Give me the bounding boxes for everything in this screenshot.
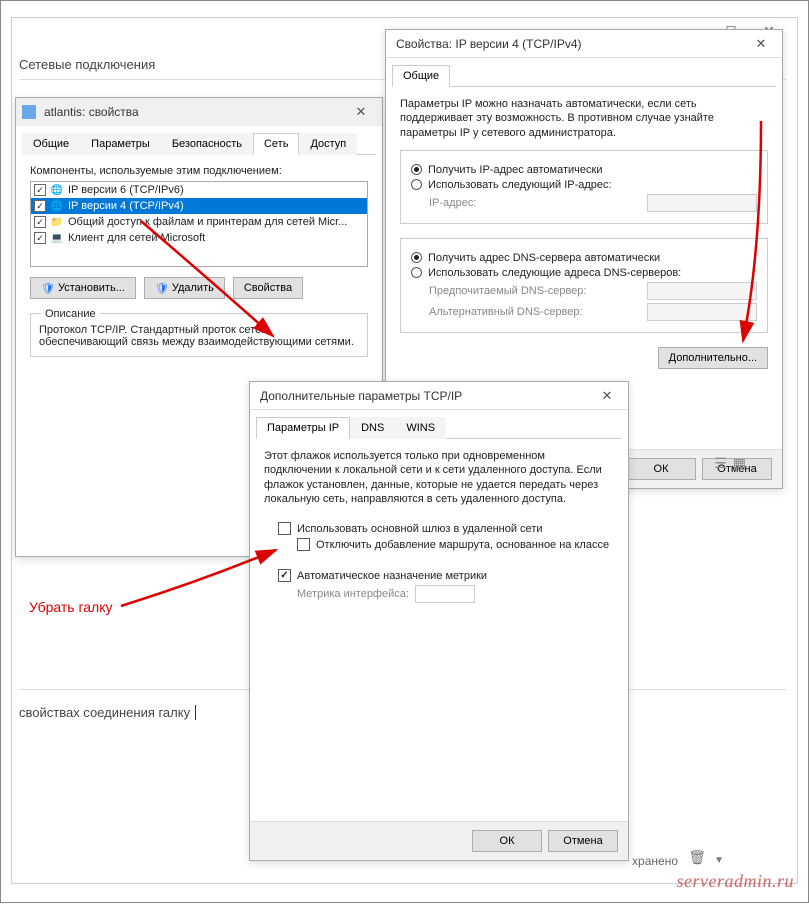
bg-bottom-status: хранено: [632, 854, 678, 868]
ipv4-tabs: Общие: [392, 64, 776, 87]
bg-bottom-text: свойствах соединения галку: [19, 705, 196, 720]
ip-label: IP-адрес:: [429, 197, 647, 209]
pref-dns-label: Предпочитаемый DNS-сервер:: [429, 285, 647, 297]
pref-dns-input: [647, 282, 757, 300]
adv-tabs: Параметры IP DNS WINS: [256, 416, 622, 439]
watermark: serveradmin.ru: [677, 871, 795, 892]
advanced-button[interactable]: Дополнительно...: [658, 347, 768, 369]
ipv4-content: Параметры IP можно назначать автоматичес…: [386, 87, 782, 379]
components-list[interactable]: ✓ 🌐 IP версии 6 (TCP/IPv6) ✓ 🌐 IP версии…: [30, 181, 368, 267]
ipv4-close-btn[interactable]: ✕: [746, 34, 776, 54]
protocol-icon: 🌐: [50, 199, 64, 213]
client-icon: 💻: [50, 231, 64, 245]
properties-button[interactable]: Свойства: [233, 277, 303, 299]
tab-params[interactable]: Параметры: [80, 133, 161, 155]
ipv4-intro: Параметры IP можно назначать автоматичес…: [400, 97, 768, 140]
props-title: atlantis: свойства: [40, 105, 346, 119]
description-group: Описание Протокол TCP/IP. Стандартный пр…: [30, 313, 368, 357]
shield-icon: 🛡: [155, 282, 169, 295]
detail-view-icon[interactable]: ▦: [733, 455, 746, 472]
checkbox-ipv4[interactable]: ✓: [34, 200, 46, 212]
metric-label: Метрика интерфейса:: [297, 588, 409, 600]
checkbox-ipv6[interactable]: ✓: [34, 184, 46, 196]
adv-ok-button[interactable]: ОК: [472, 830, 542, 852]
props-tabs: Общие Параметры Безопасность Сеть Доступ: [22, 132, 376, 155]
radio-auto-ip[interactable]: [411, 164, 422, 175]
list-item-ipv6[interactable]: ✓ 🌐 IP версии 6 (TCP/IPv6): [31, 182, 367, 198]
props-button-row: 🛡Установить... 🛡Удалить Свойства: [30, 277, 368, 299]
adv-content: Этот флажок используется только при одно…: [250, 439, 628, 616]
tab-network[interactable]: Сеть: [253, 133, 299, 155]
tab-access[interactable]: Доступ: [299, 133, 357, 155]
checkbox-use-gateway[interactable]: [278, 522, 291, 535]
ipv4-title: Свойства: IP версии 4 (TCP/IPv4): [392, 37, 746, 51]
alt-dns-label: Альтернативный DNS-сервер:: [429, 306, 647, 318]
view-icons: ☰ ▦: [714, 455, 746, 472]
tab-ip-params[interactable]: Параметры IP: [256, 417, 350, 439]
ip-input: [647, 194, 757, 212]
list-item-ipv4[interactable]: ✓ 🌐 IP версии 4 (TCP/IPv4): [31, 198, 367, 214]
ipv4-titlebar: Свойства: IP версии 4 (TCP/IPv4) ✕: [386, 30, 782, 58]
adv-title: Дополнительные параметры TCP/IP: [256, 389, 592, 403]
shield-icon: 🛡: [41, 282, 55, 295]
alt-dns-input: [647, 303, 757, 321]
checkbox-disable-route[interactable]: [297, 538, 310, 551]
tab-ipv4-general[interactable]: Общие: [392, 65, 450, 87]
props-titlebar: atlantis: свойства ✕: [16, 98, 382, 126]
list-item-ms-client[interactable]: ✓ 💻 Клиент для сетей Microsoft: [31, 230, 367, 246]
props-content: Компоненты, используемые этим подключени…: [16, 155, 382, 367]
bg-trash-icon[interactable]: 🗑: [688, 849, 706, 866]
props-close-btn[interactable]: ✕: [346, 102, 376, 122]
adv-cancel-button[interactable]: Отмена: [548, 830, 618, 852]
radio-auto-dns[interactable]: [411, 252, 422, 263]
adv-close-btn[interactable]: ✕: [592, 386, 622, 406]
list-view-icon[interactable]: ☰: [714, 455, 727, 472]
uninstall-button[interactable]: 🛡Удалить: [144, 277, 225, 299]
metric-input: [415, 585, 475, 603]
protocol-icon: 🌐: [50, 183, 64, 197]
bg-header: Сетевые подключения: [19, 57, 155, 72]
components-label: Компоненты, используемые этим подключени…: [30, 165, 368, 177]
adv-dialog-buttons: ОК Отмена: [250, 821, 628, 860]
checkbox-auto-metric[interactable]: [278, 569, 291, 582]
radio-manual-ip[interactable]: [411, 179, 422, 190]
system-icon: [22, 105, 36, 119]
adv-intro: Этот флажок используется только при одно…: [264, 449, 614, 506]
bg-dropdown-arrow[interactable]: ▼: [714, 855, 724, 866]
checkbox-msclient[interactable]: ✓: [34, 232, 46, 244]
service-icon: 📁: [50, 215, 64, 229]
ipv4-ok-button[interactable]: ОК: [626, 458, 696, 480]
tab-dns[interactable]: DNS: [350, 417, 395, 439]
tab-security[interactable]: Безопасность: [161, 133, 253, 155]
install-button[interactable]: 🛡Установить...: [30, 277, 136, 299]
tab-wins[interactable]: WINS: [395, 417, 446, 439]
adv-titlebar: Дополнительные параметры TCP/IP ✕: [250, 382, 628, 410]
dns-group: Получить адрес DNS-сервера автоматически…: [400, 238, 768, 333]
description-text: Протокол TCP/IP. Стандартный проток сете…: [39, 324, 359, 348]
description-legend: Описание: [41, 308, 100, 320]
tab-general[interactable]: Общие: [22, 133, 80, 155]
advanced-tcpip-dialog: Дополнительные параметры TCP/IP ✕ Параме…: [249, 381, 629, 861]
checkbox-fileshare[interactable]: ✓: [34, 216, 46, 228]
radio-manual-dns[interactable]: [411, 267, 422, 278]
ip-group: Получить IP-адрес автоматически Использо…: [400, 150, 768, 224]
list-item-file-sharing[interactable]: ✓ 📁 Общий доступ к файлам и принтерам дл…: [31, 214, 367, 230]
